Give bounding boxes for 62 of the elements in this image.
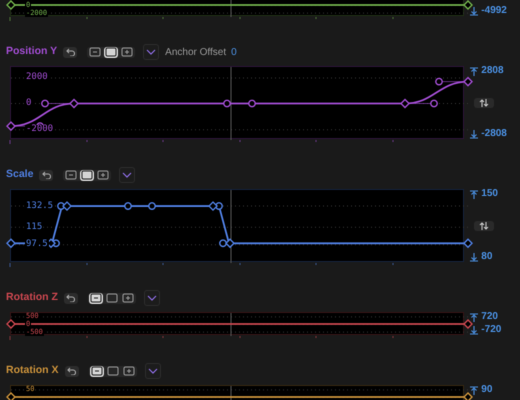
collapse-icon — [89, 47, 102, 57]
pin-bottom-icon — [470, 130, 478, 138]
min-value[interactable]: -2808 — [470, 129, 520, 139]
size-mode-button[interactable] — [90, 366, 104, 376]
anchor-offset-label: Anchor Offset — [165, 46, 226, 60]
chevron-down-icon — [146, 49, 156, 55]
dropdown-button[interactable] — [144, 363, 160, 379]
track-name: Rotation X — [6, 363, 58, 378]
size-mode-button[interactable] — [106, 366, 120, 376]
reset-button[interactable] — [64, 292, 78, 304]
size-mode-button[interactable] — [104, 46, 118, 58]
min-value[interactable]: -4992 — [470, 6, 520, 16]
size-mode-button[interactable] — [88, 46, 102, 58]
pin-bottom-icon — [470, 6, 478, 16]
anchor-offset-value[interactable]: 0 — [231, 44, 237, 60]
pin-top-icon — [470, 190, 478, 198]
track-name: Scale — [6, 167, 34, 182]
undo-icon — [66, 294, 76, 302]
swap-icon — [479, 98, 490, 106]
reset-button[interactable] — [39, 170, 54, 180]
undo-icon — [42, 171, 51, 179]
track-name: Rotation Z — [6, 290, 58, 306]
track-name: Position Y — [6, 44, 58, 60]
dropdown-button[interactable] — [119, 167, 136, 183]
expand-icon — [122, 366, 134, 376]
chevron-down-icon — [146, 295, 157, 301]
size-mode-button[interactable] — [80, 170, 94, 180]
pin-top-icon — [470, 312, 478, 322]
undo-icon — [66, 48, 75, 56]
undo-icon — [67, 367, 76, 375]
max-value[interactable]: 90 — [470, 385, 520, 395]
chevron-down-icon — [148, 368, 158, 374]
expand-icon — [122, 293, 134, 303]
chevron-down-icon — [122, 172, 132, 178]
max-value[interactable]: 150 — [470, 189, 520, 199]
reset-button[interactable] — [63, 46, 78, 58]
max-value[interactable]: 2808 — [470, 66, 520, 76]
swap-button[interactable] — [474, 98, 494, 108]
size-mode-button[interactable] — [96, 170, 110, 180]
square-icon — [106, 366, 118, 376]
size-mode-button[interactable] — [120, 46, 134, 58]
min-value[interactable]: 80 — [470, 252, 520, 262]
size-mode-button[interactable] — [64, 170, 78, 180]
size-mode-button[interactable] — [120, 292, 135, 304]
min-value[interactable]: -720 — [470, 325, 520, 335]
collapse-icon — [65, 170, 78, 180]
reset-button[interactable] — [64, 366, 78, 376]
square-icon — [106, 293, 118, 303]
pin-bottom-icon — [470, 252, 478, 262]
size-mode-button[interactable] — [104, 292, 119, 304]
dropdown-button[interactable] — [143, 44, 160, 60]
dropdown-button[interactable] — [144, 290, 160, 306]
pin-top-icon — [470, 66, 478, 76]
swap-icon — [479, 222, 490, 230]
pin-top-icon — [470, 386, 478, 394]
pin-bottom-icon — [470, 326, 478, 334]
expand-icon — [121, 47, 134, 57]
max-value[interactable]: 720 — [470, 312, 520, 322]
size-mode-button[interactable] — [88, 292, 103, 304]
expand-icon — [97, 170, 110, 180]
size-mode-button[interactable] — [122, 366, 136, 376]
swap-button[interactable] — [474, 220, 494, 230]
